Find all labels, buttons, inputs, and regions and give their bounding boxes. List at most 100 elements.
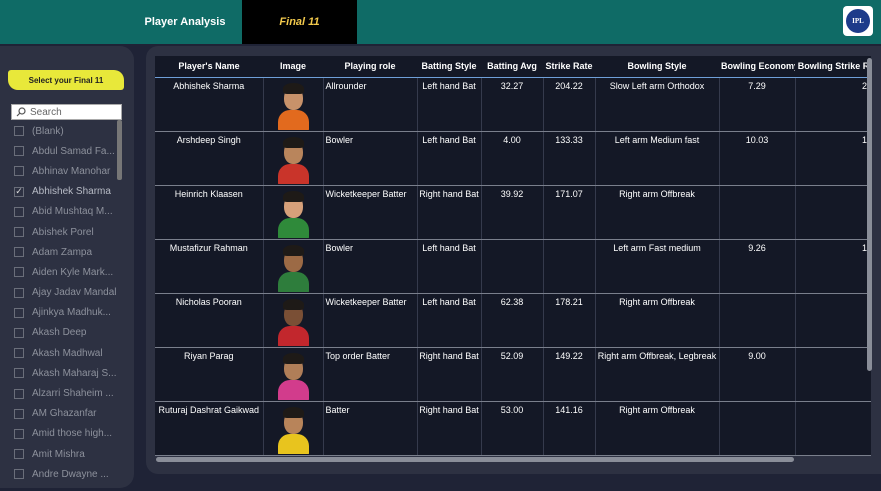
checkbox[interactable] [14, 126, 24, 137]
table-vertical-scrollbar[interactable] [867, 58, 872, 458]
cell-player-name: Nicholas Pooran [155, 293, 264, 348]
checkbox[interactable] [14, 449, 24, 460]
table-row[interactable]: Arshdeep Singh Bowler Left hand Bat 4.00 133… [155, 131, 871, 186]
slicer-item-label: Akash Deep [32, 327, 87, 339]
slicer-item[interactable]: Adam Zampa [14, 242, 120, 262]
column-header-image[interactable]: Image [263, 56, 323, 78]
checkbox[interactable] [14, 267, 24, 278]
tab-final-11[interactable]: Final 11 [242, 0, 357, 44]
slicer-item[interactable]: Akash Deep [14, 323, 120, 343]
vertical-scroll-thumb[interactable] [867, 58, 872, 371]
checkbox[interactable] [14, 428, 24, 439]
checkbox[interactable] [14, 166, 24, 177]
cell-batting-style: Left hand Bat [417, 293, 482, 348]
player-photo [277, 188, 310, 238]
column-header-role[interactable]: Playing role [323, 56, 417, 78]
search-placeholder: Search [30, 106, 62, 118]
table-row[interactable]: Riyan Parag Top order Batter Right hand Ba… [155, 347, 871, 402]
checkbox[interactable] [14, 247, 24, 258]
slicer-item[interactable]: Amit Mishra [14, 444, 120, 464]
checkbox[interactable] [14, 408, 24, 419]
tab-player-analysis[interactable]: Player Analysis [120, 0, 250, 44]
horizontal-scroll-thumb[interactable] [156, 457, 794, 462]
checkbox[interactable] [14, 227, 24, 238]
slicer-item[interactable]: Ajinkya Madhuk... [14, 303, 120, 323]
column-header-batting-avg[interactable]: Batting Avg [481, 56, 543, 78]
cell-player-name: Ruturaj Dashrat Gaikwad [155, 401, 264, 456]
checkbox[interactable] [14, 146, 24, 157]
slicer-item-label: Abishek Porel [32, 226, 94, 238]
cell-bowling-style: Slow Left arm Orthodox [595, 77, 720, 132]
cell-bowling-style: Right arm Offbreak, Legbreak [595, 347, 720, 402]
slicer-item[interactable]: ✓ Abhishek Sharma [14, 182, 120, 202]
slicer-scrollbar[interactable] [117, 120, 122, 180]
table-row[interactable]: Nicholas Pooran Wicketkeeper Batter Left h… [155, 293, 871, 348]
column-header-batting-style[interactable]: Batting Style [417, 56, 481, 78]
cell-batting-style: Right hand Bat [417, 185, 482, 240]
ipl-logo: IPL [843, 6, 873, 36]
cell-strike-rate: 149.22 [543, 347, 596, 402]
cell-batting-avg: 53.00 [481, 401, 544, 456]
slicer-item[interactable]: Abishek Porel [14, 222, 120, 242]
checkbox[interactable] [14, 469, 24, 480]
cell-bowling-economy: 10.03 [719, 131, 796, 186]
column-header-bowling-style[interactable]: Bowling Style [595, 56, 719, 78]
cell-bowling-economy [719, 293, 796, 348]
cell-bowling-strike-rate [795, 401, 871, 456]
slicer-item-label: Alzarri Shaheim ... [32, 388, 114, 400]
cell-bowling-strike-rate [795, 185, 871, 240]
slicer-item[interactable]: Abid Mushtaq M... [14, 202, 120, 222]
cell-bowling-strike-rate [795, 293, 871, 348]
cell-playing-role: Wicketkeeper Batter [323, 293, 418, 348]
checkbox[interactable] [14, 368, 24, 379]
slicer-item-label: Aiden Kyle Mark... [32, 266, 114, 278]
slicer-item-label: (Blank) [32, 125, 64, 137]
slicer-item[interactable]: Alzarri Shaheim ... [14, 383, 120, 403]
search-input[interactable]: Search [11, 104, 122, 120]
cell-player-name: Abhishek Sharma [155, 77, 264, 132]
slicer-item[interactable]: AM Ghazanfar [14, 404, 120, 424]
cell-image [263, 131, 324, 186]
slicer-item-label: Amit Mishra [32, 448, 85, 460]
slicer-item[interactable]: Akash Madhwal [14, 343, 120, 363]
slicer-item[interactable]: (Blank) [14, 121, 120, 141]
cell-image [263, 293, 324, 348]
slicer-item-label: Ajinkya Madhuk... [32, 307, 111, 319]
slicer-item-label: Amid those high... [32, 428, 113, 440]
table-row[interactable]: Heinrich Klaasen Wicketkeeper Batter Right… [155, 185, 871, 240]
table-horizontal-scrollbar[interactable] [156, 457, 866, 463]
table-header-row: Player's Name Image Playing role Batting St… [155, 56, 871, 78]
cell-bowling-strike-rate: 21.00 [795, 77, 871, 132]
checkbox[interactable] [14, 287, 24, 298]
slicer-item-label: Akash Maharaj S... [32, 367, 117, 379]
slicer-item[interactable]: Aiden Kyle Mark... [14, 262, 120, 282]
slicer-item[interactable]: Andre Dwayne ... [14, 464, 120, 484]
cell-bowling-strike-rate: 14.75 [795, 239, 871, 294]
cell-batting-avg [481, 239, 544, 294]
column-header-name[interactable]: Player's Name [155, 56, 263, 78]
checkbox-checked[interactable]: ✓ [14, 186, 24, 197]
slicer-item-label: Abhinav Manohar [32, 165, 111, 177]
checkbox[interactable] [14, 388, 24, 399]
slicer-item[interactable]: Abdul Samad Fa... [14, 141, 120, 161]
slicer-list: (Blank) Abdul Samad Fa... Abhinav Manohar ✓… [14, 121, 120, 484]
checkbox[interactable] [14, 206, 24, 217]
cell-bowling-economy [719, 401, 796, 456]
slicer-item[interactable]: Amid those high... [14, 424, 120, 444]
column-header-strike-rate[interactable]: Strike Rate [543, 56, 595, 78]
checkbox[interactable] [14, 307, 24, 318]
table-row[interactable]: Ruturaj Dashrat Gaikwad Batter Right hand … [155, 401, 871, 456]
column-header-bowling-strike-rate[interactable]: Bowling Strike Rate [795, 56, 871, 78]
slicer-item-label: Abid Mushtaq M... [32, 206, 113, 218]
slicer-item[interactable]: Akash Maharaj S... [14, 363, 120, 383]
slicer-item[interactable]: Abhinav Manohar [14, 161, 120, 181]
column-header-bowling-economy[interactable]: Bowling Economy [719, 56, 795, 78]
cell-batting-style: Left hand Bat [417, 77, 482, 132]
checkbox[interactable] [14, 327, 24, 338]
table-row[interactable]: Mustafizur Rahman Bowler Left hand Bat Left… [155, 239, 871, 294]
table-row[interactable]: Abhishek Sharma Allrounder Left hand Bat 32… [155, 77, 871, 132]
cell-batting-style: Left hand Bat [417, 131, 482, 186]
slicer-item[interactable]: Ajay Jadav Mandal [14, 283, 120, 303]
cell-playing-role: Top order Batter [323, 347, 418, 402]
checkbox[interactable] [14, 348, 24, 359]
